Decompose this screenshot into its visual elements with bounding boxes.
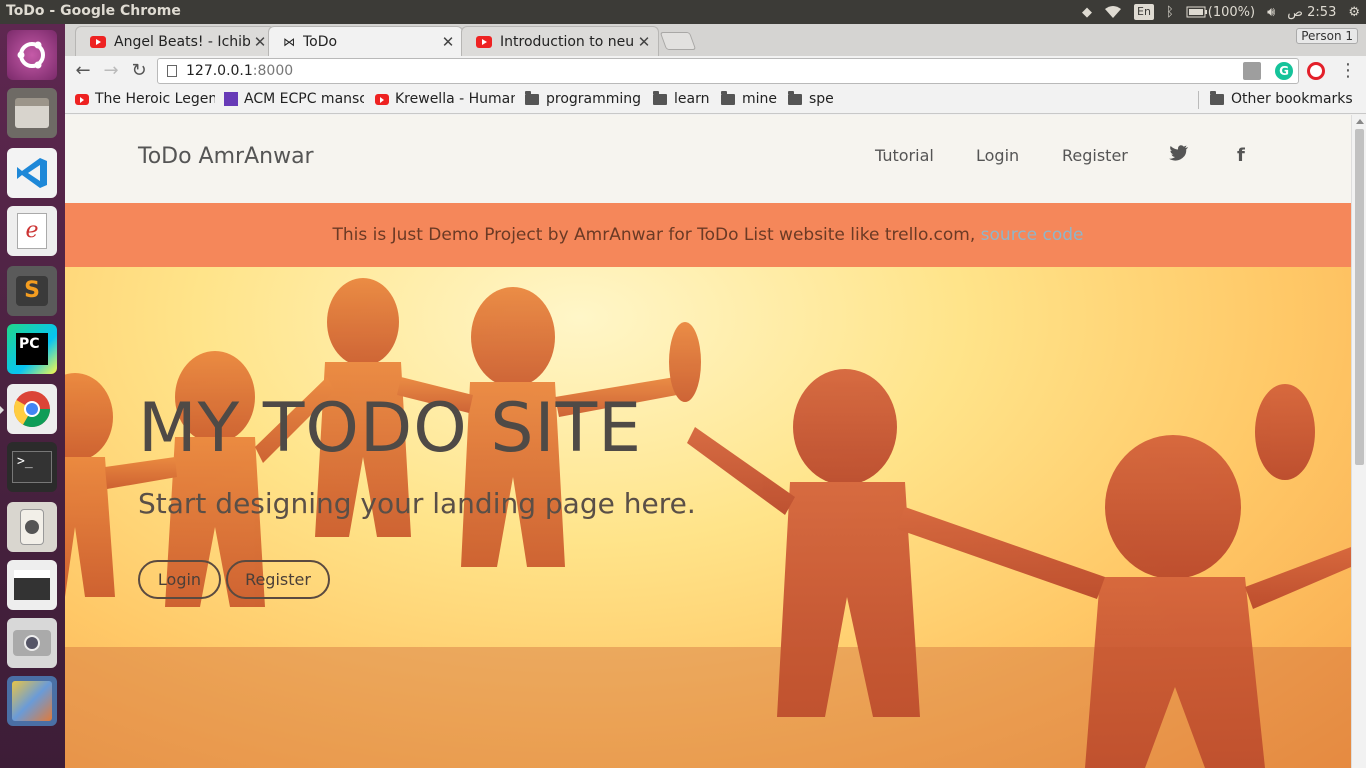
folder-icon [653, 91, 667, 105]
grammarly-icon[interactable]: G [1275, 62, 1293, 80]
new-tab-button[interactable] [659, 32, 697, 50]
youtube-icon [75, 93, 89, 105]
hero-login-button[interactable]: Login [138, 560, 221, 599]
facebook-icon[interactable]: f [1237, 145, 1245, 166]
source-code-link[interactable]: source code [981, 225, 1084, 245]
close-icon[interactable]: ✕ [438, 33, 458, 51]
terminal-icon[interactable]: >_ [7, 442, 57, 492]
hero-register-button[interactable]: Register [226, 560, 330, 599]
camera-icon[interactable] [7, 618, 57, 668]
wifi-icon[interactable] [1104, 5, 1122, 19]
scroll-up-arrow-icon[interactable] [1356, 119, 1364, 124]
youtube-icon [375, 93, 389, 105]
opera-extension-icon[interactable] [1307, 62, 1325, 80]
profile-button[interactable]: Person 1 [1296, 28, 1358, 44]
youtube-icon [476, 35, 492, 48]
bookmark-other-bookmarks[interactable]: Other bookmarks [1210, 91, 1353, 107]
bookmark-folder-spe[interactable]: spe [788, 91, 834, 107]
chrome-running-indicator [0, 406, 4, 414]
bookmark-folder-learn[interactable]: learn [653, 91, 709, 107]
sublime-text-icon[interactable]: S [7, 266, 57, 316]
close-icon[interactable]: ✕ [250, 33, 270, 51]
keyboard-language-indicator[interactable]: En [1134, 4, 1154, 20]
back-arrow-icon[interactable]: ← [72, 60, 94, 82]
menu-icon[interactable]: ⋮ [1337, 60, 1359, 82]
demo-notice-banner: This is Just Demo Project by AmrAnwar fo… [65, 203, 1351, 267]
folder-icon [788, 91, 802, 105]
document-viewer-icon[interactable]: ℯ [7, 206, 57, 256]
bookmark-heroic-legend[interactable]: The Heroic Legen [75, 91, 215, 107]
address-bar[interactable]: 127.0.0.1:8000 ☆ [157, 58, 1299, 84]
video-editor-icon[interactable] [7, 560, 57, 610]
battery-indicator[interactable]: (100%) [1186, 5, 1255, 20]
forward-arrow-icon[interactable]: → [100, 60, 122, 82]
bookmark-folder-mine[interactable]: mine [721, 91, 777, 107]
bookmark-folder-programming[interactable]: programming [525, 91, 641, 107]
qr-extension-icon[interactable] [1243, 62, 1261, 80]
vscode-icon[interactable] [7, 148, 57, 198]
list-icon [224, 92, 238, 106]
youtube-icon [90, 35, 106, 48]
hero-section: MY TODO SITE Start designing your landin… [65, 267, 1351, 768]
battery-icon [1186, 6, 1207, 18]
nav-register-link[interactable]: Register [1062, 146, 1128, 165]
dropbox-icon[interactable]: ◆ [1082, 5, 1092, 20]
site-brand[interactable]: ToDo AmrAnwar [138, 144, 314, 169]
site-navbar: ToDo AmrAnwar Tutorial Login Register f [65, 115, 1351, 203]
folder-icon [525, 91, 539, 105]
nav-login-link[interactable]: Login [976, 146, 1019, 165]
tab-intro-neural[interactable]: Introduction to neu ✕ [461, 26, 659, 56]
system-top-panel: ToDo - Google Chrome ◆ En ᛒ (100%) 🔊︎ ص … [0, 0, 1366, 24]
bookmarks-bar: The Heroic Legen ACM ECPC mansc Krewella… [65, 86, 1366, 114]
settings-gear-icon[interactable]: ⚙ [1348, 5, 1360, 20]
clock[interactable]: ص 2:53 [1287, 5, 1336, 20]
hero-title: MY TODO SITE [138, 389, 643, 468]
workspace-switcher-icon[interactable] [7, 676, 57, 726]
reload-icon[interactable]: ↻ [128, 60, 150, 82]
twitter-icon[interactable] [1169, 145, 1189, 166]
folder-icon [721, 91, 735, 105]
bookmark-krewella[interactable]: Krewella - Human [375, 91, 515, 107]
chrome-icon[interactable] [7, 384, 57, 434]
tab-angel-beats[interactable]: Angel Beats! - Ichiba ✕ [75, 26, 275, 56]
window-title: ToDo - Google Chrome [6, 3, 181, 19]
bowtie-icon: ⋈ [283, 34, 295, 49]
page-viewport: ToDo AmrAnwar Tutorial Login Register f … [65, 115, 1351, 768]
system-indicators: ◆ En ᛒ (100%) 🔊︎ ص 2:53 ⚙ [1082, 0, 1360, 24]
unity-launcher: ℯ S PC >_ [0, 24, 65, 768]
speaker-app-icon[interactable] [7, 502, 57, 552]
bookmark-acm-ecpc[interactable]: ACM ECPC mansc [224, 91, 364, 107]
close-icon[interactable]: ✕ [634, 33, 654, 51]
bluetooth-icon[interactable]: ᛒ [1166, 5, 1174, 20]
page-scrollbar[interactable] [1351, 115, 1366, 768]
browser-toolbar: ← → ↻ 127.0.0.1:8000 ☆ G ⋮ [65, 56, 1366, 86]
volume-icon[interactable]: 🔊︎ [1267, 5, 1275, 20]
scrollbar-thumb[interactable] [1355, 129, 1364, 465]
page-info-icon[interactable] [167, 65, 177, 77]
tab-todo[interactable]: ⋈ ToDo ✕ [268, 26, 463, 56]
bookmark-separator [1198, 91, 1199, 109]
ubuntu-dash-icon[interactable] [7, 30, 57, 80]
files-icon[interactable] [7, 88, 57, 138]
pycharm-icon[interactable]: PC [7, 324, 57, 374]
nav-tutorial-link[interactable]: Tutorial [875, 146, 934, 165]
folder-icon [1210, 91, 1224, 105]
browser-tab-bar: Angel Beats! - Ichiba ✕ ⋈ ToDo ✕ Introdu… [65, 24, 1366, 56]
hero-subtitle: Start designing your landing page here. [138, 487, 696, 520]
